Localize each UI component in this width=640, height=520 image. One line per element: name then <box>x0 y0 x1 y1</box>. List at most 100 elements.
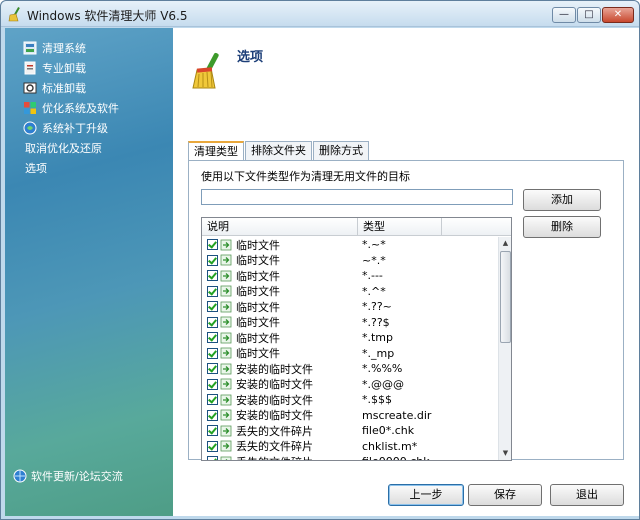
row-description: 丢失的文件碎片 <box>236 424 313 438</box>
vertical-scrollbar[interactable]: ▲ ▼ <box>498 237 511 460</box>
tab-delete-method[interactable]: 删除方式 <box>313 141 369 160</box>
row-checkbox[interactable] <box>207 378 218 390</box>
row-type: *.^* <box>362 284 386 298</box>
tab-exclude-folders[interactable]: 排除文件夹 <box>245 141 312 160</box>
tab-strip: 清理类型 排除文件夹 删除方式 <box>188 141 370 161</box>
row-type: file0*.chk <box>362 424 415 438</box>
page-title: 选项 <box>237 50 264 65</box>
row-description: 临时文件 <box>236 331 280 345</box>
row-checkbox[interactable] <box>207 425 218 437</box>
file-type-icon <box>220 425 232 437</box>
row-checkbox[interactable] <box>207 409 218 421</box>
sidebar-footer-link[interactable]: 软件更新/论坛交流 <box>13 468 123 484</box>
row-description: 临时文件 <box>236 285 280 299</box>
row-type: *.$$$ <box>362 393 392 407</box>
table-row[interactable]: 临时文件 *.??~ <box>202 299 498 315</box>
row-checkbox[interactable] <box>207 456 218 460</box>
close-button[interactable]: ✕ <box>602 7 634 23</box>
sidebar-item-patch-upgrade[interactable]: 系统补丁升级 <box>23 119 108 137</box>
file-type-input[interactable] <box>201 189 513 205</box>
table-row[interactable]: 丢失的文件碎片 chklist.m* <box>202 439 498 455</box>
file-type-icon <box>220 301 232 313</box>
sidebar-item-label: 专业卸载 <box>42 62 86 75</box>
title-bar[interactable]: Windows 软件清理大师 V6.5 — □ ✕ <box>1 1 639 27</box>
row-type: *.??~ <box>362 300 392 314</box>
window-title: Windows 软件清理大师 V6.5 <box>27 9 188 23</box>
row-description: 安装的临时文件 <box>236 409 313 423</box>
row-description: 临时文件 <box>236 269 280 283</box>
row-checkbox[interactable] <box>207 316 218 328</box>
scroll-down-arrow-icon[interactable]: ▼ <box>499 447 511 460</box>
sidebar-item-pro-uninstall[interactable]: 专业卸载 <box>23 59 86 77</box>
file-type-icon <box>220 332 232 344</box>
delete-button[interactable]: 删除 <box>523 216 601 238</box>
table-row[interactable]: 丢失的文件碎片file0000.chk <box>202 454 498 460</box>
row-type: chklist.m* <box>362 439 418 453</box>
file-type-icon <box>220 270 232 282</box>
exit-button[interactable]: 退出 <box>550 484 624 506</box>
column-header-type[interactable]: 类型 <box>358 218 442 236</box>
table-row[interactable]: 临时文件 *.tmp <box>202 330 498 346</box>
minimize-button[interactable]: — <box>552 7 576 23</box>
list-header: 说明 类型 <box>202 218 511 236</box>
table-row[interactable]: 安装的临时文件 *.@@@ <box>202 377 498 393</box>
sidebar-item-label: 选项 <box>25 162 47 175</box>
sidebar-item-label: 系统补丁升级 <box>42 122 108 135</box>
row-description: 临时文件 <box>236 238 280 252</box>
maximize-button[interactable]: □ <box>577 7 601 23</box>
row-checkbox[interactable] <box>207 270 218 282</box>
optimize-icon <box>24 102 36 114</box>
row-checkbox[interactable] <box>207 394 218 406</box>
sidebar-item-label: 清理系统 <box>42 42 86 55</box>
table-row[interactable]: 临时文件 ~*.* <box>202 253 498 269</box>
file-type-list[interactable]: 说明 类型 临时文件 *.~* 临时文件 ~*.* 临时文件 *.--- 临时文件 *.^* 临… <box>201 217 512 461</box>
add-button[interactable]: 添加 <box>523 189 601 211</box>
tab-clean-types[interactable]: 清理类型 <box>188 141 244 161</box>
file-type-icon <box>220 440 232 452</box>
row-checkbox[interactable] <box>207 301 218 313</box>
row-description: 临时文件 <box>236 316 280 330</box>
sidebar: 清理系统 专业卸载 标准卸载 优化系统及软件 系统补丁升级 取消优化及还原 选项… <box>5 28 173 516</box>
row-checkbox[interactable] <box>207 285 218 297</box>
table-row[interactable]: 安装的临时文件 mscreate.dir <box>202 408 498 424</box>
file-type-icon <box>220 409 232 421</box>
file-type-icon <box>220 254 232 266</box>
file-type-icon <box>220 456 232 460</box>
row-type: *._mp <box>362 346 395 360</box>
scroll-up-arrow-icon[interactable]: ▲ <box>499 237 511 250</box>
sidebar-item-standard-uninstall[interactable]: 标准卸载 <box>23 79 86 97</box>
previous-button[interactable]: 上一步 <box>388 484 464 506</box>
row-type: ~*.* <box>362 253 386 267</box>
row-type: *.~* <box>362 238 386 252</box>
sidebar-item-optimize[interactable]: 优化系统及软件 <box>23 99 119 117</box>
scrollbar-thumb[interactable] <box>500 251 511 343</box>
file-type-icon <box>220 239 232 251</box>
table-row[interactable]: 临时文件 *.~* <box>202 237 498 253</box>
sidebar-item-options[interactable]: 选项 <box>25 159 47 177</box>
row-type: *.--- <box>362 269 383 283</box>
globe-icon <box>13 469 27 483</box>
sidebar-item-clean-system[interactable]: 清理系统 <box>23 39 86 57</box>
table-row[interactable]: 临时文件 *.^* <box>202 284 498 300</box>
row-checkbox[interactable] <box>207 254 218 266</box>
row-checkbox[interactable] <box>207 332 218 344</box>
table-row[interactable]: 安装的临时文件 *.$$$ <box>202 392 498 408</box>
column-header-description[interactable]: 说明 <box>202 218 358 236</box>
app-window: Windows 软件清理大师 V6.5 — □ ✕ 清理系统 专业卸载 标准卸载 <box>0 0 640 520</box>
sidebar-item-label: 优化系统及软件 <box>42 102 119 115</box>
row-checkbox[interactable] <box>207 239 218 251</box>
row-checkbox[interactable] <box>207 363 218 375</box>
save-button[interactable]: 保存 <box>468 484 542 506</box>
row-checkbox[interactable] <box>207 440 218 452</box>
row-checkbox[interactable] <box>207 347 218 359</box>
sidebar-footer-label: 软件更新/论坛交流 <box>31 470 123 483</box>
table-row[interactable]: 丢失的文件碎片 file0*.chk <box>202 423 498 439</box>
file-type-icon <box>220 347 232 359</box>
sidebar-item-undo-restore[interactable]: 取消优化及还原 <box>25 139 102 157</box>
row-type: *.@@@ <box>362 377 404 391</box>
table-row[interactable]: 临时文件 *.--- <box>202 268 498 284</box>
row-type: *.tmp <box>362 331 394 345</box>
table-row[interactable]: 临时文件 *._mp <box>202 346 498 362</box>
table-row[interactable]: 安装的临时文件 *.%%% <box>202 361 498 377</box>
table-row[interactable]: 临时文件 *.??$ <box>202 315 498 331</box>
